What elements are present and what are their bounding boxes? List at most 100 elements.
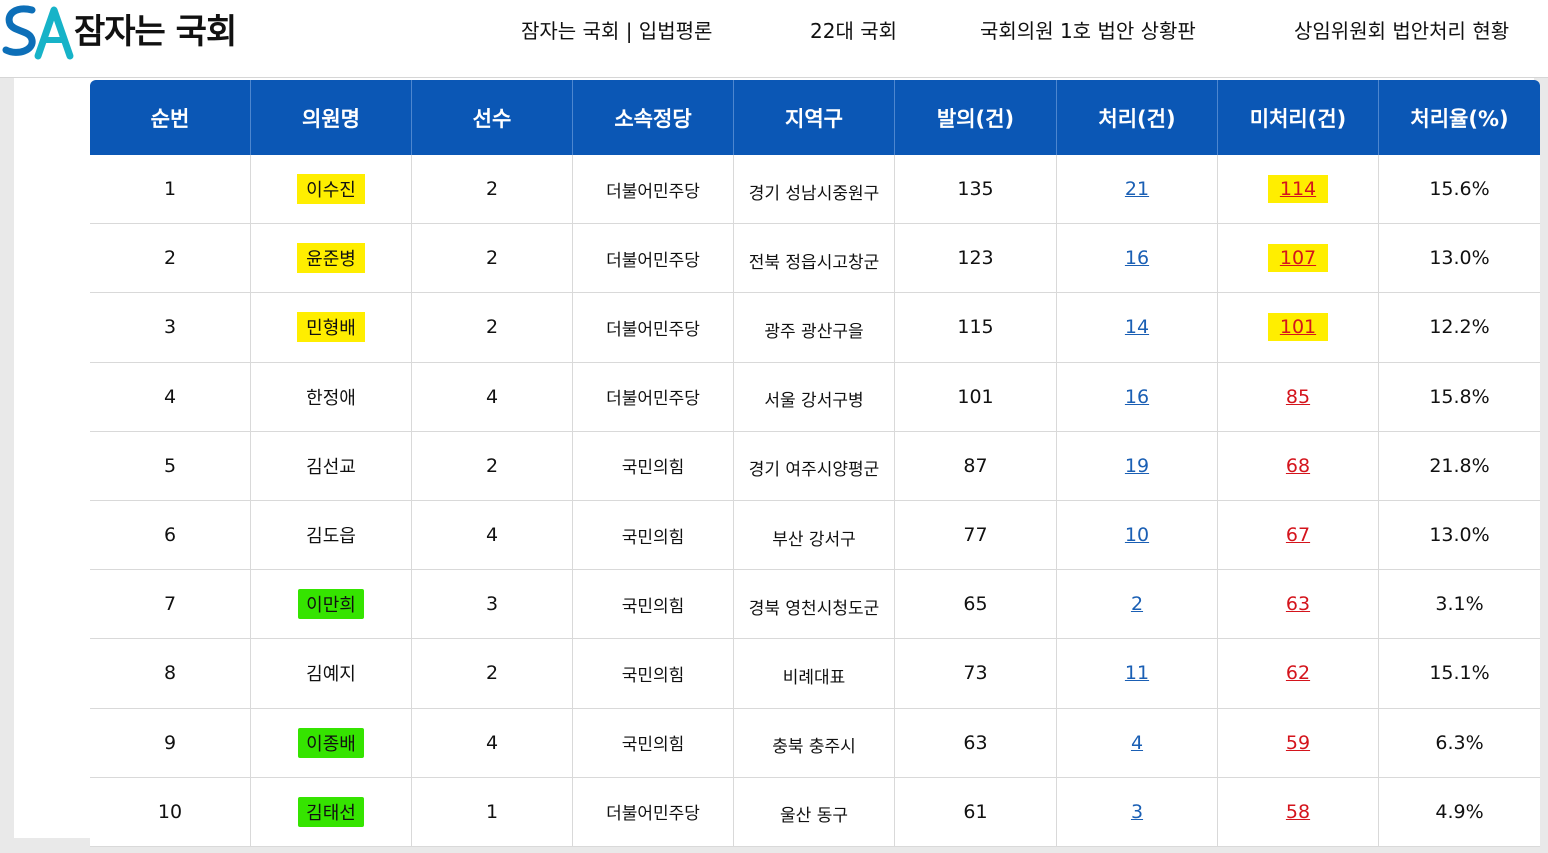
cell-rate: 13.0% [1379, 501, 1540, 569]
cell-party-text: 더불어민주당 [606, 319, 700, 340]
processed-link[interactable]: 10 [1125, 524, 1149, 546]
unprocessed-link[interactable]: 107 [1267, 244, 1329, 273]
cell-proposed: 87 [895, 431, 1057, 500]
processed-link[interactable]: 11 [1125, 662, 1149, 684]
cell-processed: 21 [1057, 155, 1218, 224]
unprocessed-link[interactable]: 62 [1286, 662, 1310, 684]
header-party[interactable]: 소속정당 [573, 80, 734, 155]
nav-item-22nd-assembly[interactable]: 22대 국회 [810, 14, 897, 48]
cell-district-text: 울산 동구 [780, 806, 848, 827]
processed-link[interactable]: 16 [1125, 386, 1149, 408]
header-unprocessed[interactable]: 미처리(건) [1218, 80, 1379, 155]
cell-terms: 2 [412, 224, 573, 293]
cell-unprocessed: 101 [1218, 293, 1379, 362]
cell-no: 10 [90, 777, 251, 846]
cell-party-text: 더불어민주당 [606, 804, 700, 825]
cell-processed: 2 [1057, 570, 1218, 639]
cell-proposed-text: 73 [963, 662, 988, 685]
cell-name: 이만희 [251, 570, 412, 639]
cell-proposed-text: 135 [957, 178, 994, 201]
header-proposed[interactable]: 발의(건) [895, 80, 1057, 155]
cell-rate-text: 6.3% [1435, 731, 1484, 754]
cell-rate: 15.8% [1379, 363, 1540, 431]
cell-name: 민형배 [251, 293, 412, 362]
table-row: 2 윤준병 2 더불어민주당 전북 정읍시고창군 123 16 107 13.0% [90, 224, 1540, 294]
cell-district-text: 광주 광산구을 [764, 321, 864, 342]
cell-district: 울산 동구 [734, 777, 895, 846]
site-logo[interactable]: 잠자는 국회 [2, 2, 292, 62]
unprocessed-link[interactable]: 67 [1286, 524, 1310, 546]
header-name[interactable]: 의원명 [251, 80, 412, 155]
cell-proposed: 65 [895, 570, 1057, 639]
cell-no: 2 [90, 224, 251, 293]
header-processed[interactable]: 처리(건) [1057, 80, 1218, 155]
cell-party-text: 더불어민주당 [606, 181, 700, 202]
cell-no: 4 [90, 362, 251, 431]
processed-link[interactable]: 21 [1125, 178, 1149, 200]
processed-link[interactable]: 14 [1125, 316, 1149, 338]
cell-terms: 1 [412, 777, 573, 846]
cell-proposed-text: 77 [963, 524, 988, 547]
cell-rate: 15.6% [1379, 155, 1540, 223]
header-terms[interactable]: 선수 [412, 80, 573, 155]
cell-terms: 2 [412, 639, 573, 708]
cell-district: 전북 정읍시고창군 [734, 224, 895, 293]
cell-terms: 4 [412, 500, 573, 570]
header-no[interactable]: 순번 [90, 80, 251, 155]
processed-link[interactable]: 16 [1125, 247, 1149, 269]
cell-party: 더불어민주당 [573, 155, 734, 224]
cell-proposed: 63 [895, 708, 1057, 777]
cell-district: 경북 영천시청도군 [734, 570, 895, 639]
cell-party: 국민의힘 [573, 570, 734, 639]
cell-name: 김태선 [251, 777, 412, 846]
unprocessed-link[interactable]: 59 [1286, 732, 1310, 754]
processed-link[interactable]: 4 [1131, 732, 1143, 754]
cell-rate-text: 15.6% [1429, 178, 1490, 201]
cell-name: 한정애 [251, 362, 412, 431]
cell-name: 김선교 [251, 431, 412, 500]
cell-no-text: 8 [163, 662, 177, 685]
table-body: 1 이수진 2 더불어민주당 경기 성남시중원구 135 21 114 15.6% 2 윤준병 2 더불… [90, 155, 1540, 847]
cell-proposed: 61 [895, 777, 1057, 846]
cell-no-text: 6 [163, 524, 177, 547]
cell-name: 윤준병 [251, 224, 412, 293]
cell-name: 이종배 [251, 708, 412, 777]
unprocessed-link[interactable]: 68 [1286, 455, 1310, 477]
nav-item-committee-status[interactable]: 상임위원회 법안처리 현황 [1294, 14, 1509, 48]
cell-processed: 16 [1057, 362, 1218, 431]
processed-link[interactable]: 2 [1131, 593, 1143, 615]
table-row: 5 김선교 2 국민의힘 경기 여주시양평군 87 19 68 21.8% [90, 431, 1540, 501]
member-name: 이종배 [298, 727, 364, 758]
processed-link[interactable]: 19 [1125, 455, 1149, 477]
unprocessed-link[interactable]: 85 [1286, 386, 1310, 408]
unprocessed-link[interactable]: 63 [1286, 593, 1310, 615]
cell-proposed-text: 123 [957, 247, 994, 270]
header-rate[interactable]: 처리율(%) [1379, 80, 1540, 155]
table-row: 7 이만희 3 국민의힘 경북 영천시청도군 65 2 63 3.1% [90, 570, 1540, 640]
left-gutter [0, 78, 14, 853]
unprocessed-link[interactable]: 114 [1267, 175, 1329, 204]
processed-link[interactable]: 3 [1131, 801, 1143, 823]
cell-party-text: 국민의힘 [621, 527, 685, 548]
nav-item-first-bill-board[interactable]: 국회의원 1호 법안 상황판 [980, 14, 1196, 48]
cell-proposed-text: 87 [963, 454, 988, 477]
cell-terms-text: 1 [485, 800, 499, 823]
cell-processed: 14 [1057, 293, 1218, 362]
cell-district-text: 전북 정읍시고창군 [748, 252, 880, 273]
cell-terms: 2 [412, 293, 573, 362]
cell-party: 더불어민주당 [573, 362, 734, 431]
cell-no: 5 [90, 431, 251, 500]
cell-party-text: 국민의힘 [621, 596, 685, 617]
cell-party-text: 더불어민주당 [606, 389, 700, 410]
cell-processed: 16 [1057, 224, 1218, 293]
unprocessed-link[interactable]: 58 [1286, 801, 1310, 823]
nav-item-legislative-review[interactable]: 잠자는 국회 | 입법평론 [521, 14, 712, 48]
unprocessed-link[interactable]: 101 [1267, 313, 1329, 342]
member-name: 김선교 [306, 456, 356, 478]
table-row: 6 김도읍 4 국민의힘 부산 강서구 77 10 67 13.0% [90, 500, 1540, 571]
cell-proposed-text: 65 [963, 593, 988, 616]
cell-proposed-text: 63 [963, 731, 988, 754]
member-name: 김예지 [306, 664, 356, 686]
cell-district: 경기 여주시양평군 [734, 431, 895, 500]
header-district[interactable]: 지역구 [734, 80, 895, 155]
